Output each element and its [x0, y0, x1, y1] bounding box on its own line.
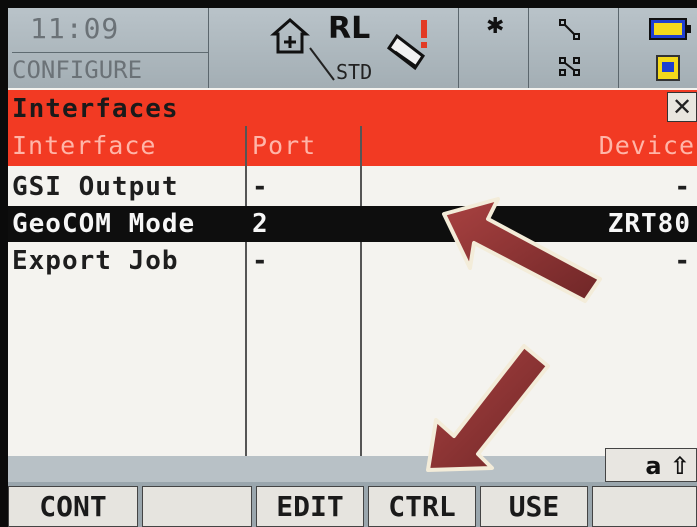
softkey-f6-empty[interactable] [592, 486, 697, 527]
cell-interface: Export Job [12, 246, 179, 276]
cell-device: ZRT80 [607, 209, 691, 239]
header-port[interactable]: Port [252, 131, 316, 160]
target-type[interactable]: RL [328, 11, 370, 46]
softkey-f3-edit[interactable]: EDIT [256, 486, 364, 527]
network-nodes-icon [559, 57, 580, 76]
page-title: Interfaces [12, 94, 179, 124]
cell-port: - [252, 246, 269, 276]
softkey-f2-empty[interactable] [142, 486, 252, 527]
softkey-f5-use[interactable]: USE [480, 486, 588, 527]
mode-label: CONFIGURE [12, 56, 143, 84]
softkey-f4-ctrl[interactable]: CTRL [368, 486, 476, 527]
bottom-strip [8, 456, 697, 482]
cell-device: - [674, 246, 691, 276]
header-device[interactable]: Device [599, 131, 695, 160]
cell-port: - [252, 172, 269, 202]
title-bar: Interfaces ✕ [8, 90, 697, 126]
divider [12, 52, 208, 53]
target-diagonal-icon [309, 47, 335, 81]
network-link-icon [559, 19, 580, 40]
bluetooth-icon: ✱ [486, 14, 505, 39]
prism-icon[interactable] [385, 20, 435, 76]
cell-interface: GeoCOM Mode [12, 209, 196, 239]
table-row[interactable]: GSI Output - - [8, 169, 697, 205]
cell-interface: GSI Output [12, 172, 179, 202]
table-header: Interface Port Device [8, 126, 697, 166]
table-row-selected[interactable]: GeoCOM Mode 2 ZRT80 [8, 206, 697, 242]
status-bar: 11:09 CONFIGURE RL STD ✱ [8, 8, 697, 88]
softkey-f1-cont[interactable]: CONT [8, 486, 138, 527]
memory-card-icon [656, 55, 680, 81]
table-row[interactable]: Export Job - - [8, 243, 697, 279]
softkey-bar: CONT EDIT CTRL USE [8, 482, 697, 527]
cell-port: 2 [252, 209, 269, 239]
time-mode-panel: 11:09 CONFIGURE [8, 8, 209, 88]
instrument-screen: 11:09 CONFIGURE RL STD ✱ Interfaces ✕ In… [8, 8, 697, 527]
clock: 11:09 [30, 12, 120, 45]
measure-mode[interactable]: STD [336, 60, 372, 84]
battery-icon [649, 18, 691, 40]
cell-device: - [674, 172, 691, 202]
close-icon: ✕ [671, 93, 693, 121]
interfaces-table: Interface Port Device GSI Output - - Geo… [8, 126, 697, 466]
header-interface[interactable]: Interface [12, 131, 156, 160]
input-mode-indicator: a ⇧ [605, 448, 697, 482]
close-button[interactable]: ✕ [667, 92, 697, 122]
house-station-icon[interactable] [270, 16, 310, 56]
